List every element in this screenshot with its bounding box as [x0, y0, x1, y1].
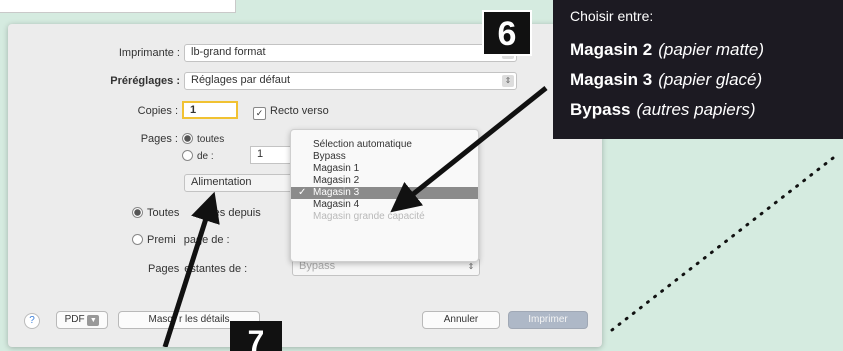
- radio-icon[interactable]: [182, 133, 193, 144]
- callout-line-note: (papier glacé): [658, 70, 763, 89]
- chevron-updown-icon: ⇕: [467, 262, 475, 271]
- checkbox-icon[interactable]: ✓: [253, 107, 266, 120]
- callout-line-note: (autres papiers): [636, 100, 756, 119]
- step-badge-6: 6: [482, 10, 532, 56]
- pdf-label: PDF: [64, 314, 85, 325]
- menu-item-label: Sélection automatique: [313, 139, 412, 150]
- all-pages-from-option[interactable]: Toutes ages depuis: [132, 207, 261, 219]
- menu-item-label: Bypass: [313, 151, 346, 162]
- radio-icon[interactable]: [182, 150, 193, 161]
- radio-icon[interactable]: [132, 207, 143, 218]
- cancel-button[interactable]: Annuler: [422, 311, 500, 329]
- pages-all-label: toutes: [197, 134, 225, 145]
- pdf-button[interactable]: PDF ▼: [56, 311, 108, 329]
- background-tab: [0, 0, 236, 13]
- print-button[interactable]: Imprimer: [508, 311, 588, 329]
- callout-line: Bypass (autres papiers): [570, 100, 756, 120]
- checkmark-icon: ✓: [298, 187, 307, 198]
- copies-label: Copies :: [137, 105, 178, 117]
- menu-item-label: Magasin 4: [313, 199, 360, 210]
- pages-from-input[interactable]: 1: [250, 146, 292, 164]
- pages-all-option[interactable]: toutes: [182, 133, 224, 145]
- all-pages-label: Toutes: [147, 207, 180, 219]
- first-page-tail: page de :: [183, 234, 230, 246]
- callout-line-note: (papier matte): [658, 40, 765, 59]
- presets-value: Réglages par défaut: [191, 74, 291, 86]
- section-select[interactable]: Alimentation: [184, 174, 298, 192]
- help-button[interactable]: ?: [24, 313, 40, 329]
- menu-item-label: Magasin grande capacité: [313, 211, 425, 222]
- menu-item-label: Magasin 3: [313, 187, 360, 198]
- pages-from-option[interactable]: de :: [182, 150, 214, 162]
- menu-item-label: Magasin 2: [313, 175, 360, 186]
- menu-item-label: Magasin 1: [313, 163, 360, 174]
- printer-select[interactable]: lb-grand format ⇕: [184, 44, 517, 62]
- radio-icon[interactable]: [132, 234, 143, 245]
- first-page-from-option[interactable]: Premi page de :: [132, 234, 230, 246]
- all-pages-tail: ages depuis: [201, 207, 261, 219]
- menu-item[interactable]: Magasin 1: [291, 163, 478, 175]
- hide-details-tail: r les détails: [178, 314, 230, 325]
- menu-item[interactable]: Sélection automatique: [291, 139, 478, 151]
- printer-value: lb-grand format: [191, 46, 266, 58]
- menu-item[interactable]: ✓ Magasin 3: [291, 187, 478, 199]
- callout-line: Magasin 2 (papier matte): [570, 40, 764, 60]
- callout-heading: Choisir entre:: [570, 8, 654, 24]
- remaining-label: Pages: [148, 263, 180, 275]
- duplex-option[interactable]: ✓ Recto verso: [253, 105, 329, 120]
- menu-item[interactable]: Magasin 2: [291, 175, 478, 187]
- printer-label: Imprimante :: [118, 47, 180, 59]
- remaining-tail: estantes de :: [184, 263, 248, 275]
- presets-select[interactable]: Réglages par défaut ⇕: [184, 72, 517, 90]
- paper-source-menu: Sélection automatique Bypass Magasin 1 Maga…: [290, 129, 479, 262]
- callout-line-bold: Bypass: [570, 100, 631, 119]
- menu-item: Magasin grande capacité: [291, 211, 478, 223]
- callout-line-bold: Magasin 3: [570, 70, 653, 89]
- first-page-label: Premi: [147, 234, 176, 246]
- presets-label: Préréglages :: [110, 75, 180, 87]
- chevron-updown-icon: ⇕: [502, 75, 514, 87]
- copies-input[interactable]: 1: [182, 101, 238, 119]
- hide-details-label: Masq: [148, 314, 173, 325]
- duplex-label: Recto verso: [270, 105, 329, 117]
- dotted-guide-line: [610, 156, 835, 332]
- menu-item[interactable]: Bypass: [291, 151, 478, 163]
- menu-item[interactable]: Magasin 4: [291, 199, 478, 211]
- instruction-callout: Choisir entre: Magasin 2 (papier matte) Ma…: [553, 0, 843, 139]
- callout-line-bold: Magasin 2: [570, 40, 653, 59]
- chevron-down-icon: ▼: [87, 315, 100, 326]
- remaining-pages-row: Pages estantes de :: [148, 263, 247, 275]
- pages-label: Pages :: [140, 133, 178, 145]
- callout-line: Magasin 3 (papier glacé): [570, 70, 762, 90]
- pages-from-label: de :: [197, 151, 214, 162]
- menu-items: Sélection automatique Bypass Magasin 1 Maga…: [291, 139, 478, 223]
